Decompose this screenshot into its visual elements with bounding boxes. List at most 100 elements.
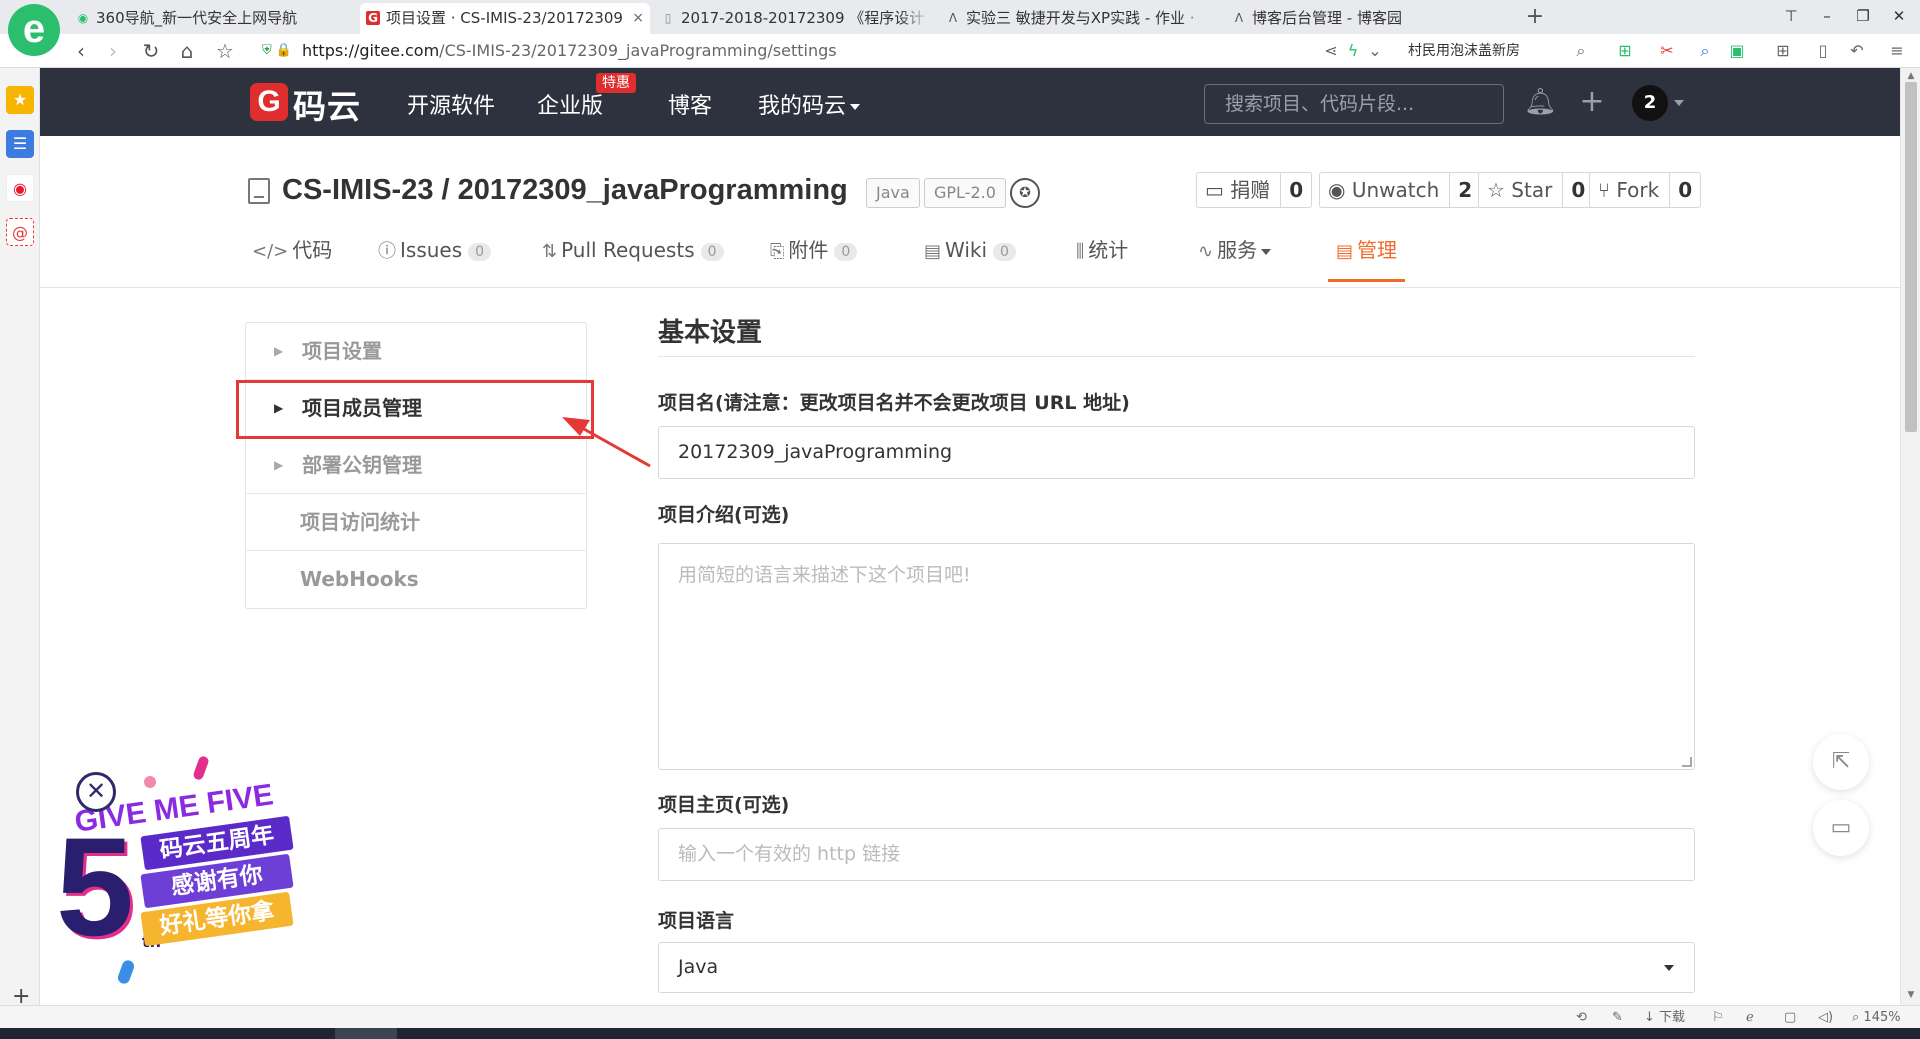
caret-right-icon: ▶ xyxy=(274,458,284,472)
description-placeholder: 用简短的语言来描述下这个项目吧! xyxy=(678,564,971,586)
flag-icon[interactable]: ⚐ xyxy=(1712,1009,1724,1026)
tab-attachments[interactable]: ⎘ 附件 0 xyxy=(770,232,858,282)
share-external-button[interactable]: ⇱ xyxy=(1813,734,1869,790)
chevron-down-icon[interactable] xyxy=(1674,100,1684,106)
shirt-skin-icon[interactable]: ⊤ xyxy=(1776,4,1806,28)
pin-icon[interactable]: ✎ xyxy=(1612,1009,1623,1026)
page-scrollbar[interactable]: ▲ ▼ xyxy=(1900,68,1920,1005)
scroll-down-icon[interactable]: ▼ xyxy=(1905,989,1917,1001)
menu-item-webhooks[interactable]: WebHooks xyxy=(246,551,586,608)
project-name-input[interactable]: 20172309_javaProgramming xyxy=(658,426,1695,479)
feedback-button[interactable]: ▭ xyxy=(1813,800,1869,856)
zoom-icon: ⌕ xyxy=(1852,1010,1860,1025)
wiki-icon: ▤ xyxy=(924,241,942,262)
magnifier-tool-icon[interactable]: ⌕ xyxy=(1694,40,1716,62)
restore-icon[interactable]: ❐ xyxy=(1848,4,1878,28)
tab-issues[interactable]: ⓘ Issues 0 xyxy=(378,232,492,282)
scroll-thumb[interactable] xyxy=(1905,82,1917,432)
fork-button[interactable]: ⑂ Fork 0 xyxy=(1589,172,1702,208)
close-window-icon[interactable]: ✕ xyxy=(1884,4,1914,28)
new-tab-button[interactable]: + xyxy=(1522,3,1548,31)
menu-item-deploy-keys[interactable]: ▶ 部署公钥管理 xyxy=(246,437,586,494)
nav-open-source[interactable]: 开源软件 xyxy=(407,88,495,120)
page-favicon-icon: ▯ xyxy=(664,11,672,25)
360-favicon-icon: ◉ xyxy=(77,11,89,25)
lightning-icon[interactable]: ϟ xyxy=(1342,40,1364,62)
os-taskbar xyxy=(0,1028,1920,1039)
service-icon: ∿ xyxy=(1198,241,1214,262)
screenshot-scissors-icon[interactable]: ✂ xyxy=(1656,40,1678,62)
sidebar-add-icon[interactable]: + xyxy=(12,984,30,1009)
mail-at-icon[interactable]: @ xyxy=(6,218,34,246)
game-icon[interactable]: ▣ xyxy=(1726,40,1748,62)
url-input[interactable]: ⛨ 🔒 https://gitee.com/CS-IMIS-23/2017230… xyxy=(262,38,1312,64)
home-icon[interactable]: ⌂ xyxy=(174,38,200,64)
browser-logo-icon[interactable]: e xyxy=(8,4,60,56)
menu-item-access-stats[interactable]: 项目访问统计 xyxy=(246,494,586,551)
search-suggestion[interactable]: 村民用泡沫盖新房 xyxy=(1408,40,1520,62)
unwatch-button[interactable]: ◉ Unwatch 2 xyxy=(1319,172,1482,208)
tab-wiki[interactable]: ▤ Wiki 0 xyxy=(924,232,1016,282)
attachment-icon: ⎘ xyxy=(770,241,785,262)
close-icon[interactable]: ✕ xyxy=(76,772,116,812)
weibo-icon[interactable]: ◉ xyxy=(6,174,34,202)
window-icon[interactable]: ▢ xyxy=(1784,1009,1796,1026)
bell-icon[interactable]: 🔔︎ xyxy=(1524,86,1557,118)
tab-pull-requests[interactable]: ⇅ Pull Requests 0 xyxy=(542,232,724,282)
taskbar-item[interactable] xyxy=(335,1028,397,1039)
avatar[interactable]: 2 xyxy=(1632,85,1668,121)
language-tag[interactable]: Java xyxy=(866,178,920,208)
browser-tab[interactable]: ◉ 360导航_新一代安全上网导航 xyxy=(70,3,350,34)
reload-icon[interactable]: ↻ xyxy=(138,38,164,64)
gitee-logo-icon[interactable]: G xyxy=(250,83,288,121)
project-description-textarea[interactable]: 用简短的语言来描述下这个项目吧! xyxy=(658,543,1695,770)
nav-blog[interactable]: 博客 xyxy=(668,88,712,120)
download-button[interactable]: ↓ 下载 xyxy=(1644,1009,1685,1026)
resize-handle-icon[interactable] xyxy=(1682,757,1692,767)
star-button[interactable]: ☆ Star 0 xyxy=(1478,172,1595,208)
repo-title[interactable]: CS-IMIS-23 / 20172309_javaProgramming xyxy=(282,174,848,207)
speed-icon[interactable]: ⟲ xyxy=(1576,1009,1587,1026)
nav-my-gitee[interactable]: 我的码云 xyxy=(758,88,861,120)
donate-button[interactable]: ▭ 捐赠 0 xyxy=(1196,172,1313,208)
license-tag[interactable]: GPL-2.0 xyxy=(924,178,1006,208)
apps-grid-icon[interactable]: ⊞ xyxy=(1772,40,1794,62)
search-icon[interactable]: ⌕ xyxy=(1570,40,1592,62)
chevron-down-icon[interactable]: ⌄ xyxy=(1364,40,1386,62)
ie-mode-icon[interactable]: ℯ xyxy=(1746,1009,1754,1026)
sound-icon[interactable]: ◁) xyxy=(1818,1009,1833,1026)
notes-icon[interactable]: ☰ xyxy=(6,130,34,158)
project-language-select[interactable]: Java xyxy=(658,942,1695,993)
scroll-up-icon[interactable]: ▲ xyxy=(1905,70,1917,82)
bookmark-star-icon[interactable]: ☆ xyxy=(212,38,238,64)
browser-tab[interactable]: ᐱ 实验三 敏捷开发与XP实践 - 作业 · xyxy=(940,3,1210,34)
browser-tab[interactable]: ▯ 2017-2018-20172309 《程序设计 xyxy=(655,3,930,34)
back-icon[interactable]: ‹ xyxy=(68,38,94,64)
tab-stats[interactable]: ⫼ 统计 xyxy=(1076,232,1128,282)
tab-services[interactable]: ∿ 服务 xyxy=(1198,232,1272,282)
chat-bubble-icon: ▭ xyxy=(1830,815,1852,840)
zoom-control[interactable]: ⌕ 145% xyxy=(1852,1009,1901,1026)
undo-icon[interactable]: ↶ xyxy=(1846,40,1868,62)
nav-enterprise[interactable]: 企业版 xyxy=(537,88,603,120)
minimize-icon[interactable]: – xyxy=(1812,4,1842,28)
forward-icon[interactable]: › xyxy=(100,38,126,64)
tablet-icon[interactable]: ▯ xyxy=(1812,40,1834,62)
plus-icon[interactable]: + xyxy=(1576,86,1608,118)
recommend-badge-icon: ✪ xyxy=(1010,178,1040,208)
menu-icon[interactable]: ≡ xyxy=(1886,40,1908,62)
browser-tab-active[interactable]: G 项目设置 · CS-IMIS-23/20172309 × xyxy=(360,3,650,34)
menu-item-project-settings[interactable]: ▶ 项目设置 xyxy=(246,323,586,380)
translate-icon[interactable]: ⊞ xyxy=(1614,40,1636,62)
project-homepage-input[interactable]: 输入一个有效的 http 链接 xyxy=(658,828,1695,881)
favorites-star-icon[interactable]: ★ xyxy=(6,86,34,114)
site-logo-text[interactable]: 码云 xyxy=(293,80,361,128)
search-input[interactable]: 搜索项目、代码片段... xyxy=(1204,84,1504,124)
anniversary-promo[interactable]: GIVE ME FIVE 5 th 码云五周年 感谢有你 好礼等你拿 ✕ xyxy=(52,752,322,992)
share-icon[interactable]: ⋖ xyxy=(1320,40,1342,62)
tab-manage[interactable]: ▤ 管理 xyxy=(1328,232,1406,282)
browser-tab[interactable]: ᐱ 博客后台管理 - 博客园 xyxy=(1226,3,1516,34)
tab-close-icon[interactable]: × xyxy=(632,3,644,33)
tab-code[interactable]: </> 代码 xyxy=(252,232,332,282)
chevron-down-icon xyxy=(1664,965,1674,971)
